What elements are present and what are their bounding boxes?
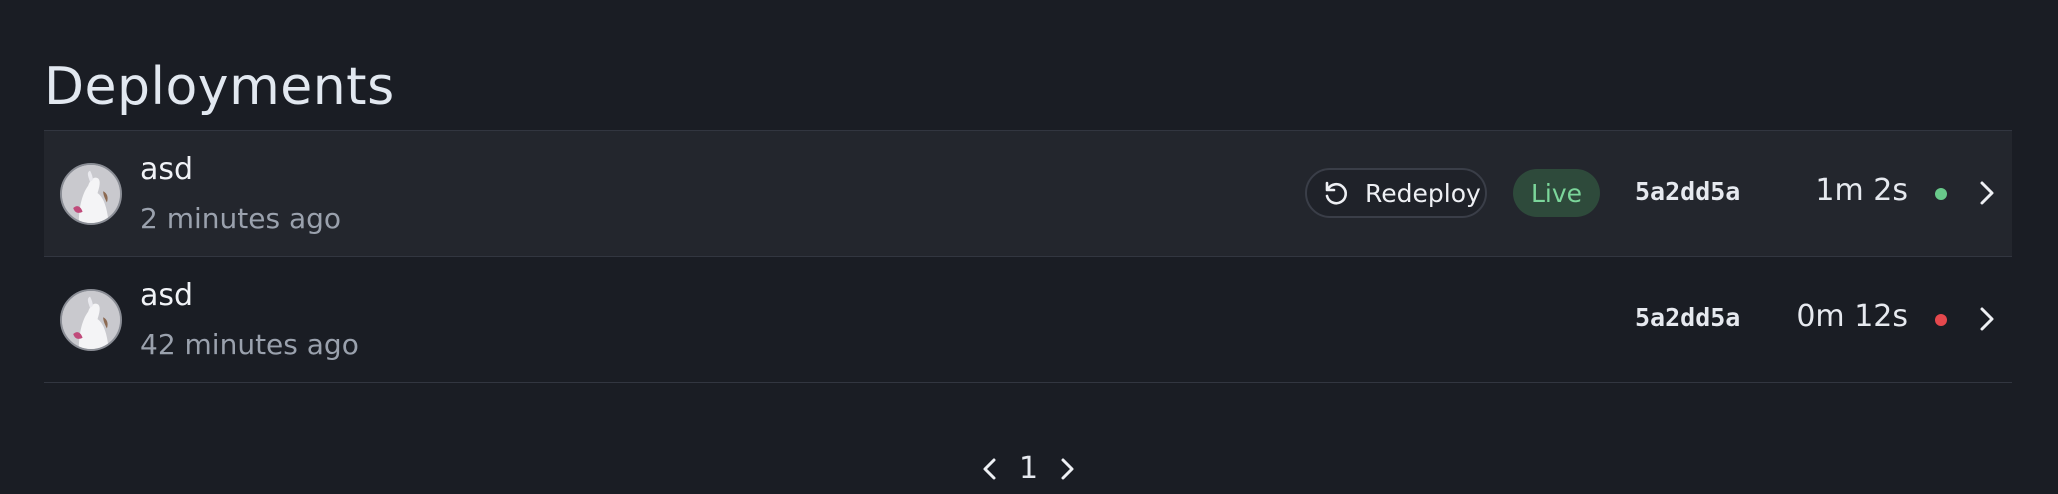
deployments-list: asd 2 minutes ago Redeploy Live 5a2dd5a … (44, 130, 2012, 383)
commit-hash[interactable]: 5a2dd5a (1635, 300, 1740, 336)
avatar (60, 163, 122, 225)
chevron-left-icon[interactable] (975, 451, 1005, 487)
deployment-row[interactable]: asd 2 minutes ago Redeploy Live 5a2dd5a … (44, 131, 2012, 257)
deployment-duration: 1m 2s (1815, 173, 1908, 208)
deployment-title: asd (140, 152, 194, 187)
status-dot (1935, 314, 1947, 326)
deployment-time: 2 minutes ago (140, 202, 342, 235)
deployment-row[interactable]: asd 42 minutes ago 5a2dd5a 0m 12s (44, 257, 2012, 383)
current-page[interactable]: 1 (1019, 451, 1038, 487)
rotate-ccw-icon (1321, 178, 1351, 208)
chevron-right-icon[interactable] (1969, 175, 2005, 211)
deployment-duration: 0m 12s (1796, 299, 1908, 334)
deployment-title: asd (140, 278, 194, 313)
chevron-right-icon[interactable] (1052, 451, 1082, 487)
chevron-right-icon[interactable] (1969, 301, 2005, 337)
deployment-time: 42 minutes ago (140, 328, 359, 361)
page-title: Deployments (44, 56, 395, 117)
pagination: 1 (975, 448, 1082, 490)
status-badge: Live (1513, 169, 1600, 217)
avatar (60, 289, 122, 351)
status-dot (1935, 188, 1947, 200)
redeploy-button[interactable]: Redeploy (1305, 168, 1487, 218)
redeploy-label: Redeploy (1365, 178, 1481, 208)
commit-hash[interactable]: 5a2dd5a (1635, 174, 1740, 210)
